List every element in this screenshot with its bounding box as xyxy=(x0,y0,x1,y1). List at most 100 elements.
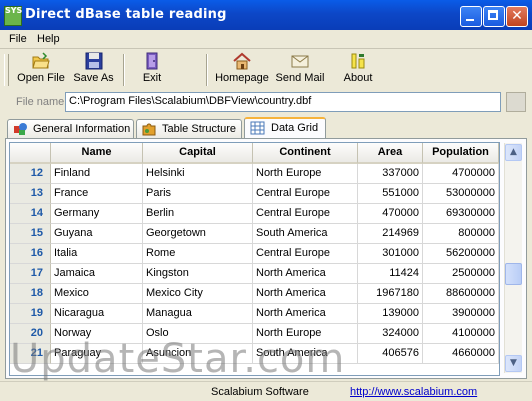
open-file-label: Open File xyxy=(17,72,65,84)
row-index[interactable]: 13 xyxy=(10,184,51,204)
table-row[interactable]: 15 Guyana Georgetown South America 214969 800… xyxy=(10,224,499,244)
file-name-input[interactable]: C:\Program Files\Scalabium\DBFView\count… xyxy=(65,92,501,112)
cell-capital[interactable]: Helsinki xyxy=(143,164,253,184)
cell-name[interactable]: France xyxy=(51,184,143,204)
scroll-up-button[interactable]: ▲ xyxy=(505,144,522,161)
cell-population[interactable]: 3900000 xyxy=(423,304,499,324)
cell-capital[interactable]: Rome xyxy=(143,244,253,264)
cell-population[interactable]: 2500000 xyxy=(423,264,499,284)
column-header-population[interactable]: Population xyxy=(423,143,499,164)
cell-area[interactable]: 1967180 xyxy=(358,284,423,304)
cell-continent[interactable]: Central Europe xyxy=(253,184,358,204)
cell-name[interactable]: Germany xyxy=(51,204,143,224)
cell-population[interactable]: 4700000 xyxy=(423,164,499,184)
vertical-scrollbar[interactable]: ▲ ▼ xyxy=(504,143,522,373)
row-index[interactable]: 18 xyxy=(10,284,51,304)
table-row[interactable]: 19 Nicaragua Managua North America 139000 390… xyxy=(10,304,499,324)
close-button[interactable]: ✕ xyxy=(506,6,528,27)
open-file-button[interactable]: Open File xyxy=(17,52,65,88)
cell-area[interactable]: 337000 xyxy=(358,164,423,184)
table-row[interactable]: 12 Finland Helsinki North Europe 337000 47000… xyxy=(10,164,499,184)
cell-population[interactable]: 4660000 xyxy=(423,344,499,364)
cell-name[interactable]: Guyana xyxy=(51,224,143,244)
scroll-down-button[interactable]: ▼ xyxy=(505,355,522,372)
column-header-area[interactable]: Area xyxy=(358,143,423,164)
cell-name[interactable]: Mexico xyxy=(51,284,143,304)
cell-name[interactable]: Jamaica xyxy=(51,264,143,284)
homepage-label: Homepage xyxy=(215,72,269,84)
cell-name[interactable]: Italia xyxy=(51,244,143,264)
cell-area[interactable]: 139000 xyxy=(358,304,423,324)
file-name-row: File name: C:\Program Files\Scalabium\DB… xyxy=(0,91,532,114)
about-button[interactable]: About xyxy=(340,52,376,88)
row-index[interactable]: 15 xyxy=(10,224,51,244)
cell-capital[interactable]: Georgetown xyxy=(143,224,253,244)
homepage-button[interactable]: Homepage xyxy=(214,52,270,88)
cell-population[interactable]: 88600000 xyxy=(423,284,499,304)
table-row[interactable]: 17 Jamaica Kingston North America 11424 25000… xyxy=(10,264,499,284)
browse-button[interactable] xyxy=(506,92,526,112)
cell-area[interactable]: 214969 xyxy=(358,224,423,244)
cell-continent[interactable]: North America xyxy=(253,304,358,324)
row-index[interactable]: 17 xyxy=(10,264,51,284)
cell-name[interactable]: Finland xyxy=(51,164,143,184)
table-row[interactable]: 16 Italia Rome Central Europe 301000 56200000 xyxy=(10,244,499,264)
menu-file[interactable]: File xyxy=(9,33,27,45)
cell-area[interactable]: 11424 xyxy=(358,264,423,284)
cell-population[interactable]: 56200000 xyxy=(423,244,499,264)
cell-continent[interactable]: North America xyxy=(253,264,358,284)
send-mail-button[interactable]: Send Mail xyxy=(275,52,325,88)
cell-continent[interactable]: Central Europe xyxy=(253,204,358,224)
tab-general-information[interactable]: General Information xyxy=(7,119,134,138)
status-website-link[interactable]: http://www.scalabium.com xyxy=(350,384,477,400)
exit-door-icon xyxy=(146,52,158,70)
tab-data-grid[interactable]: Data Grid xyxy=(244,117,326,139)
minimize-button[interactable] xyxy=(460,6,482,27)
status-company: Scalabium Software xyxy=(211,386,309,398)
tab-label: General Information xyxy=(33,123,131,135)
cell-area[interactable]: 324000 xyxy=(358,324,423,344)
cell-capital[interactable]: Paris xyxy=(143,184,253,204)
cell-continent[interactable]: North America xyxy=(253,284,358,304)
menu-help[interactable]: Help xyxy=(37,33,60,45)
save-as-button[interactable]: Save As xyxy=(71,52,116,88)
row-index[interactable]: 14 xyxy=(10,204,51,224)
table-row[interactable]: 18 Mexico Mexico City North America 1967180 8… xyxy=(10,284,499,304)
cell-capital[interactable]: Mexico City xyxy=(143,284,253,304)
column-header-continent[interactable]: Continent xyxy=(253,143,358,164)
maximize-button[interactable] xyxy=(483,6,505,27)
column-header-capital[interactable]: Capital xyxy=(143,143,253,164)
cell-area[interactable]: 470000 xyxy=(358,204,423,224)
table-row[interactable]: 14 Germany Berlin Central Europe 470000 69300… xyxy=(10,204,499,224)
envelope-icon xyxy=(291,55,309,68)
toolbar: Open File Save As Exit Homepage Send Mai… xyxy=(0,50,532,90)
cell-population[interactable]: 53000000 xyxy=(423,184,499,204)
scroll-thumb[interactable] xyxy=(505,263,522,285)
cell-capital[interactable]: Managua xyxy=(143,304,253,324)
cell-continent[interactable]: North Europe xyxy=(253,164,358,184)
exit-button[interactable]: Exit xyxy=(136,52,168,88)
column-header-name[interactable]: Name xyxy=(51,143,143,164)
cell-continent[interactable]: Central Europe xyxy=(253,244,358,264)
row-index[interactable]: 12 xyxy=(10,164,51,184)
grid-icon xyxy=(250,121,265,135)
maximize-icon xyxy=(488,10,498,20)
table-row[interactable]: 13 France Paris Central Europe 551000 5300000… xyxy=(10,184,499,204)
cell-area[interactable]: 551000 xyxy=(358,184,423,204)
tab-table-structure[interactable]: Table Structure xyxy=(136,119,242,138)
cell-population[interactable]: 4100000 xyxy=(423,324,499,344)
title-bar[interactable]: SYS Direct dBase table reading ✕ xyxy=(0,0,532,30)
cell-capital[interactable]: Kingston xyxy=(143,264,253,284)
toolbar-grip[interactable] xyxy=(4,54,9,86)
cell-population[interactable]: 800000 xyxy=(423,224,499,244)
row-index[interactable]: 16 xyxy=(10,244,51,264)
puzzle-icon xyxy=(142,123,156,136)
cell-capital[interactable]: Berlin xyxy=(143,204,253,224)
cell-area[interactable]: 301000 xyxy=(358,244,423,264)
row-index[interactable]: 19 xyxy=(10,304,51,324)
floppy-disk-icon xyxy=(85,52,102,70)
cell-continent[interactable]: South America xyxy=(253,224,358,244)
cell-population[interactable]: 69300000 xyxy=(423,204,499,224)
cell-name[interactable]: Nicaragua xyxy=(51,304,143,324)
cell-area[interactable]: 406576 xyxy=(358,344,423,364)
